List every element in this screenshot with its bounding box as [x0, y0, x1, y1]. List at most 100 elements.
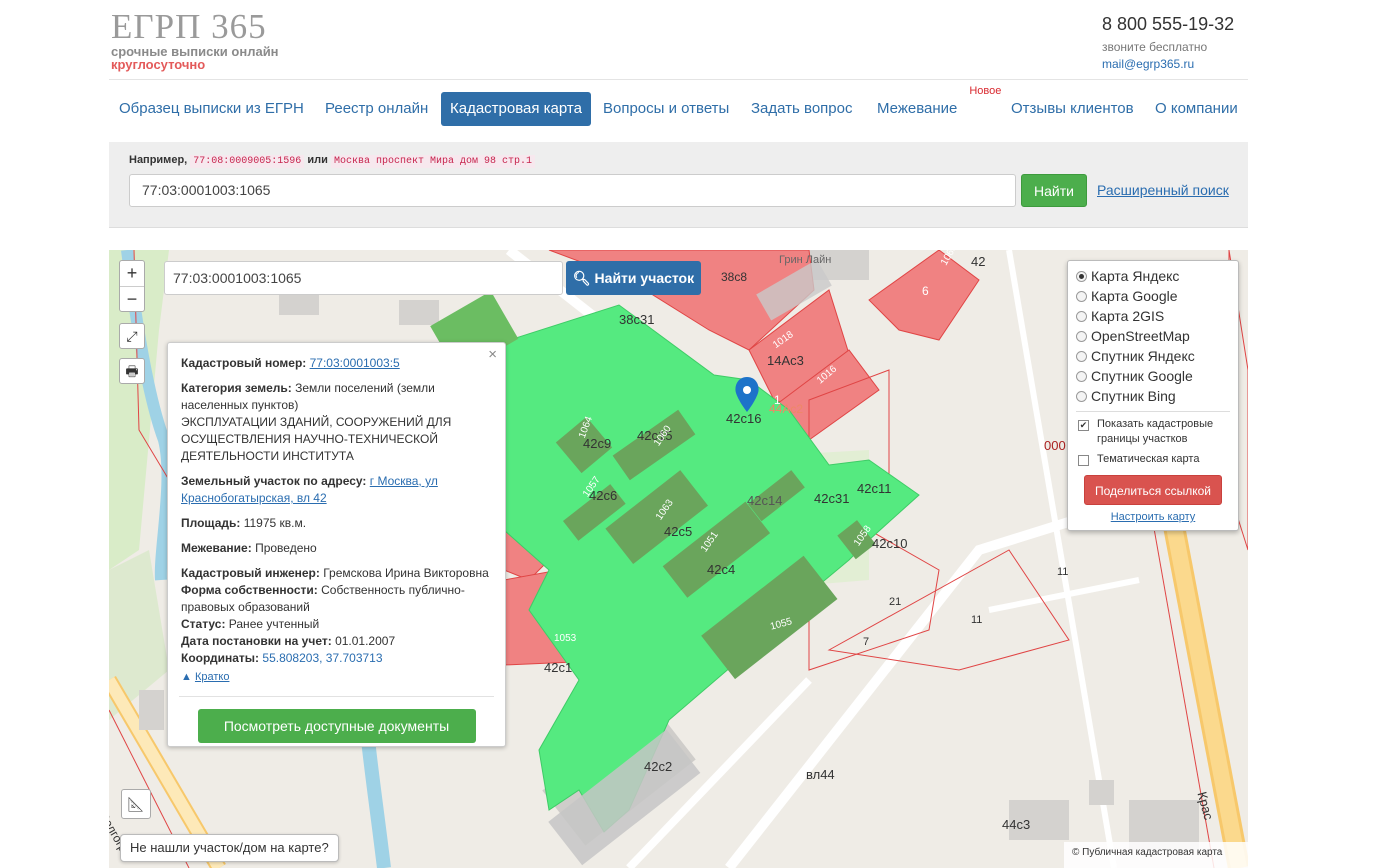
- email-link[interactable]: mail@egrp365.ru: [1102, 57, 1234, 71]
- map-label: 6: [922, 284, 929, 298]
- thematic-checkbox[interactable]: [1078, 455, 1089, 466]
- map-label: 44Ас2: [769, 402, 804, 416]
- search-example: Например, 77:08:0009005:1596 или Москва …: [129, 154, 535, 168]
- show-borders-option[interactable]: ✔ Показать кадастровые границы участков: [1076, 417, 1230, 447]
- example-code-1[interactable]: 77:08:0009005:1596: [190, 155, 305, 168]
- map-label: 42с16: [726, 411, 762, 426]
- nav-about[interactable]: О компании: [1146, 92, 1247, 126]
- map-label: Грин Лайн: [779, 254, 832, 266]
- close-icon[interactable]: ×: [488, 346, 497, 363]
- map-label: вл44: [806, 767, 835, 782]
- view-documents-button[interactable]: Посмотреть доступные документы: [197, 709, 476, 743]
- layer-option-label: Карта 2GIS: [1091, 308, 1165, 324]
- map-label: 21: [889, 596, 902, 608]
- registration-date-value: 01.01.2007: [335, 634, 396, 648]
- layer-option-label: Спутник Google: [1091, 368, 1193, 384]
- map-label: 42с4: [707, 562, 736, 577]
- map-label: 14Ас3: [767, 353, 804, 368]
- fullscreen-icon[interactable]: ⤢: [119, 323, 145, 349]
- find-parcel-button[interactable]: 🔍︎ Найти участок: [566, 261, 701, 295]
- layer-option[interactable]: Спутник Google: [1076, 366, 1230, 386]
- parcel-info-popup: × Кадастровый номер: 77:03:0001003:5 Кат…: [167, 342, 506, 747]
- layer-option-label: Спутник Bing: [1091, 388, 1176, 404]
- nav-ask-question[interactable]: Задать вопрос: [742, 92, 861, 126]
- radio-icon[interactable]: [1076, 331, 1087, 342]
- zoom-in-button[interactable]: +: [120, 261, 144, 286]
- engineer-label: Кадастровый инженер:: [181, 566, 320, 580]
- cad-number-link[interactable]: 77:03:0001003:5: [310, 356, 400, 370]
- nav-registry-online[interactable]: Реестр онлайн: [316, 92, 437, 126]
- map-label: 42с31: [814, 491, 850, 506]
- coordinates-value[interactable]: 55.808203, 37.703713: [262, 651, 382, 665]
- ownership-label: Форма собственности:: [181, 583, 318, 597]
- map-label: 000: [1044, 438, 1066, 453]
- land-category-label: Категория земель:: [181, 381, 292, 395]
- map-layers-panel: Карта Яндекс Карта Google Карта 2GIS OpenSt…: [1067, 260, 1239, 531]
- address-label: Земельный участок по адресу:: [181, 474, 367, 488]
- radio-icon[interactable]: [1076, 311, 1087, 322]
- phone-note: звоните бесплатно: [1102, 40, 1208, 54]
- map-settings-link[interactable]: Настроить карту: [1076, 511, 1230, 523]
- thematic-option[interactable]: Тематическая карта: [1076, 452, 1230, 467]
- map-label: 42с5: [664, 524, 693, 539]
- survey-label: Межевание:: [181, 541, 252, 555]
- status-value: Ранее учтенный: [228, 617, 320, 631]
- map-label: 44с3: [1002, 817, 1031, 832]
- registration-date-label: Дата постановки на учет:: [181, 634, 332, 648]
- map-label: 42: [971, 254, 986, 269]
- zoom-out-button[interactable]: −: [120, 286, 144, 311]
- cad-number-label: Кадастровый номер:: [181, 356, 307, 370]
- radio-icon[interactable]: [1076, 351, 1087, 362]
- advanced-search-link[interactable]: Расширенный поиск: [1097, 182, 1229, 198]
- map-label: 7: [863, 636, 870, 648]
- layer-option[interactable]: Карта Google: [1076, 286, 1230, 306]
- layer-option-label: Карта Яндекс: [1091, 268, 1180, 284]
- map-label: 42с11: [857, 481, 892, 496]
- coordinates-label: Координаты:: [181, 651, 260, 665]
- map-label: 42с2: [644, 759, 673, 774]
- print-icon[interactable]: 🖶: [119, 358, 145, 384]
- nav-surveying[interactable]: Межевание Новое: [868, 85, 1001, 126]
- collapse-label: Кратко: [194, 671, 230, 683]
- nav-cadastral-map[interactable]: Кадастровая карта: [441, 92, 591, 126]
- collapse-toggle[interactable]: ▲ Кратко: [181, 669, 492, 686]
- map-label: 42с9: [583, 436, 612, 451]
- nav-surveying-label: Межевание: [877, 100, 958, 117]
- nav-sample-extract[interactable]: Образец выписки из ЕГРН: [110, 92, 313, 126]
- example-or: или: [307, 154, 328, 166]
- radio-icon[interactable]: [1076, 391, 1087, 402]
- nav-reviews[interactable]: Отзывы клиентов: [1002, 92, 1143, 126]
- land-purpose: ЭКСПЛУАТАЦИИ ЗДАНИЙ, СООРУЖЕНИЙ ДЛЯ ОСУЩ…: [181, 415, 452, 463]
- layer-option[interactable]: Карта Яндекс: [1076, 266, 1230, 286]
- status-label: Статус:: [181, 617, 226, 631]
- phone-number: 8 800 555-19-32: [1102, 14, 1235, 34]
- nav-faq[interactable]: Вопросы и ответы: [594, 92, 738, 126]
- cadastral-map[interactable]: 38с3138с81047Грин Лайн1065426101814Ас310…: [109, 250, 1248, 868]
- not-found-button[interactable]: Не нашли участок/дом на карте?: [120, 834, 339, 862]
- map-search-input[interactable]: 77:03:0001003:1065: [164, 261, 563, 295]
- layer-option[interactable]: Карта 2GIS: [1076, 306, 1230, 326]
- share-link-button[interactable]: Поделиться ссылкой: [1084, 475, 1222, 505]
- map-label: 11: [971, 614, 983, 626]
- radio-icon[interactable]: [1076, 371, 1087, 382]
- search-button[interactable]: Найти: [1021, 174, 1087, 207]
- logo[interactable]: ЕГРП 365 срочные выписки онлайн круглосу…: [111, 9, 279, 71]
- survey-value: Проведено: [255, 541, 317, 555]
- radio-icon[interactable]: [1076, 291, 1087, 302]
- ruler-icon[interactable]: 📐︎: [121, 789, 151, 819]
- example-prefix: Например,: [129, 154, 188, 166]
- header-divider: [109, 79, 1248, 80]
- search-input[interactable]: 77:03:0001003:1065: [129, 174, 1016, 207]
- map-label: 42с6: [589, 488, 618, 503]
- map-label: 42с14: [747, 493, 783, 508]
- radio-icon[interactable]: [1076, 271, 1087, 282]
- area-label: Площадь:: [181, 516, 241, 530]
- map-label: 38с8: [721, 270, 748, 284]
- map-label: 1053: [554, 633, 577, 644]
- contacts: 8 800 555-19-32 звоните бесплатно mail@e…: [1102, 14, 1234, 71]
- show-borders-checkbox[interactable]: ✔: [1078, 420, 1089, 431]
- layer-option[interactable]: Спутник Bing: [1076, 386, 1230, 406]
- layer-option[interactable]: OpenStreetMap: [1076, 326, 1230, 346]
- example-code-2[interactable]: Москва проспект Мира дом 98 стр.1: [330, 155, 535, 168]
- layer-option[interactable]: Спутник Яндекс: [1076, 346, 1230, 366]
